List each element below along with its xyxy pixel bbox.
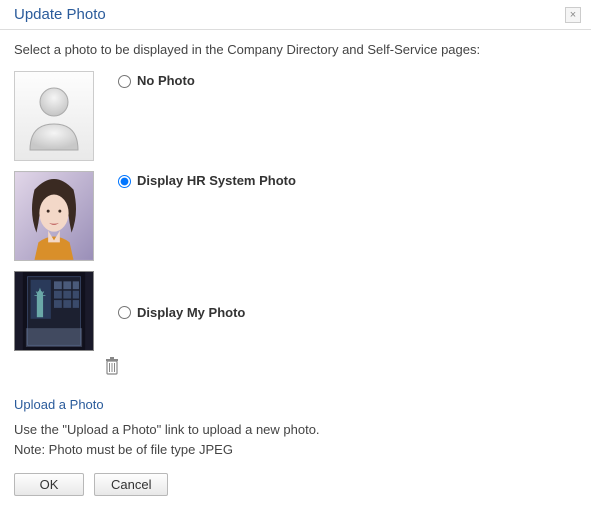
hr-photo-thumbnail — [14, 171, 94, 261]
no-photo-thumbnail — [14, 71, 94, 161]
cancel-button[interactable]: Cancel — [94, 473, 168, 496]
delete-row — [14, 361, 577, 379]
my-photo-radio[interactable] — [118, 306, 131, 319]
trash-icon — [104, 357, 120, 375]
help-line-1: Use the "Upload a Photo" link to upload … — [14, 420, 577, 440]
delete-photo-button[interactable] — [104, 357, 120, 375]
help-text: Use the "Upload a Photo" link to upload … — [14, 420, 577, 459]
ok-button[interactable]: OK — [14, 473, 84, 496]
option-my-photo: Display My Photo — [14, 271, 577, 351]
instruction-text: Select a photo to be displayed in the Co… — [14, 42, 577, 57]
option-hr-photo: Display HR System Photo — [14, 171, 577, 261]
my-photo-image — [15, 272, 93, 350]
dialog-body: Select a photo to be displayed in the Co… — [0, 30, 591, 508]
dialog-header: Update Photo × — [0, 0, 591, 30]
my-photo-label: Display My Photo — [137, 305, 245, 320]
close-icon: × — [570, 9, 576, 21]
no-photo-radio[interactable] — [118, 75, 131, 88]
button-row: OK Cancel — [14, 473, 577, 496]
dialog-title: Update Photo — [14, 6, 106, 23]
person-placeholder-icon — [22, 80, 86, 152]
help-line-2: Note: Photo must be of file type JPEG — [14, 440, 577, 460]
hr-photo-image — [15, 172, 93, 260]
no-photo-radio-group[interactable]: No Photo — [94, 71, 195, 88]
my-photo-radio-group[interactable]: Display My Photo — [94, 271, 245, 351]
hr-photo-radio[interactable] — [118, 175, 131, 188]
option-no-photo: No Photo — [14, 71, 577, 161]
no-photo-label: No Photo — [137, 73, 195, 88]
upload-photo-link[interactable]: Upload a Photo — [14, 397, 104, 412]
hr-photo-radio-group[interactable]: Display HR System Photo — [94, 171, 296, 188]
close-button[interactable]: × — [565, 7, 581, 23]
my-photo-thumbnail — [14, 271, 94, 351]
update-photo-dialog: Update Photo × Select a photo to be disp… — [0, 0, 591, 508]
hr-photo-label: Display HR System Photo — [137, 173, 296, 188]
